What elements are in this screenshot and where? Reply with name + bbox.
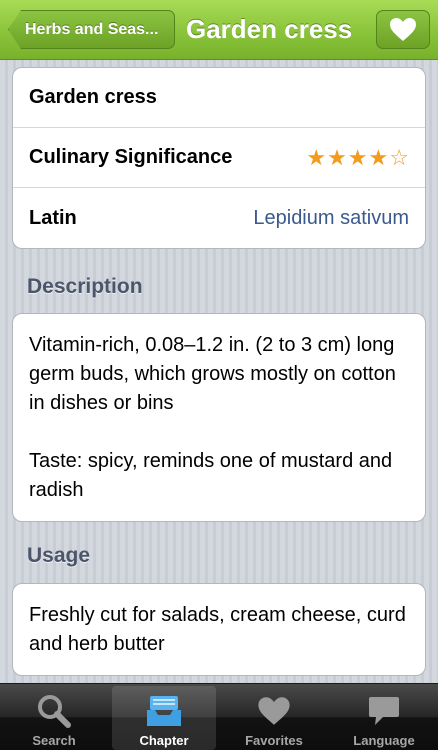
star-filled-icon: ★: [327, 144, 347, 170]
latin-label: Latin: [29, 206, 77, 229]
description-card: Vitamin-rich, 0.08–1.2 in. (2 to 3 cm) l…: [12, 313, 426, 522]
tab-chapter-label: Chapter: [139, 733, 189, 748]
search-icon: [38, 695, 71, 728]
latin-value: Lepidium sativum: [253, 206, 409, 229]
inbox-tray-icon: [147, 696, 181, 726]
speech-bubble-icon: [369, 697, 399, 725]
tab-chapter[interactable]: Chapter: [112, 686, 216, 750]
culinary-row: Culinary Significance ★ ★ ★ ★ ☆: [13, 128, 425, 188]
star-filled-icon: ★: [347, 144, 368, 170]
tab-search[interactable]: Search: [2, 686, 106, 750]
tab-language-label: Language: [353, 733, 415, 748]
usage-heading: Usage: [27, 544, 91, 567]
heart-icon: [258, 697, 290, 725]
tab-favorites[interactable]: Favorites: [222, 686, 326, 750]
tab-search-label: Search: [32, 733, 76, 748]
rating-stars: ★ ★ ★ ★ ☆: [306, 144, 409, 170]
usage-text: Freshly cut for salads, cream cheese, cu…: [29, 604, 406, 655]
tab-favorites-label: Favorites: [245, 733, 303, 748]
heart-icon: [390, 18, 416, 41]
details-card: Garden cress Culinary Significance ★ ★ ★ ★ ☆…: [12, 67, 426, 249]
tab-language[interactable]: Language: [332, 686, 436, 750]
star-filled-icon: ★: [368, 144, 389, 170]
back-button-label: Herbs and Seas...: [25, 21, 159, 38]
description-text: Vitamin-rich, 0.08–1.2 in. (2 to 3 cm) l…: [29, 334, 396, 414]
back-button[interactable]: Herbs and Seas...: [8, 10, 175, 49]
usage-card: Freshly cut for salads, cream cheese, cu…: [12, 583, 426, 676]
star-filled-icon: ★: [306, 144, 327, 170]
name-row: Garden cress: [13, 68, 425, 128]
taste-text: Taste: spicy, reminds one of mustard and…: [29, 450, 393, 501]
description-heading: Description: [27, 275, 143, 298]
favorite-button[interactable]: [376, 10, 430, 49]
name-label: Garden cress: [29, 86, 157, 108]
culinary-label: Culinary Significance: [29, 146, 233, 168]
nav-bar: Herbs and Seas... Garden cress: [0, 0, 438, 60]
latin-row: Latin Lepidium sativum: [13, 188, 425, 248]
star-empty-icon: ☆: [389, 144, 409, 170]
tab-bar: Search Chapter Favorites Language: [0, 683, 438, 750]
page-title: Garden cress: [186, 14, 353, 44]
